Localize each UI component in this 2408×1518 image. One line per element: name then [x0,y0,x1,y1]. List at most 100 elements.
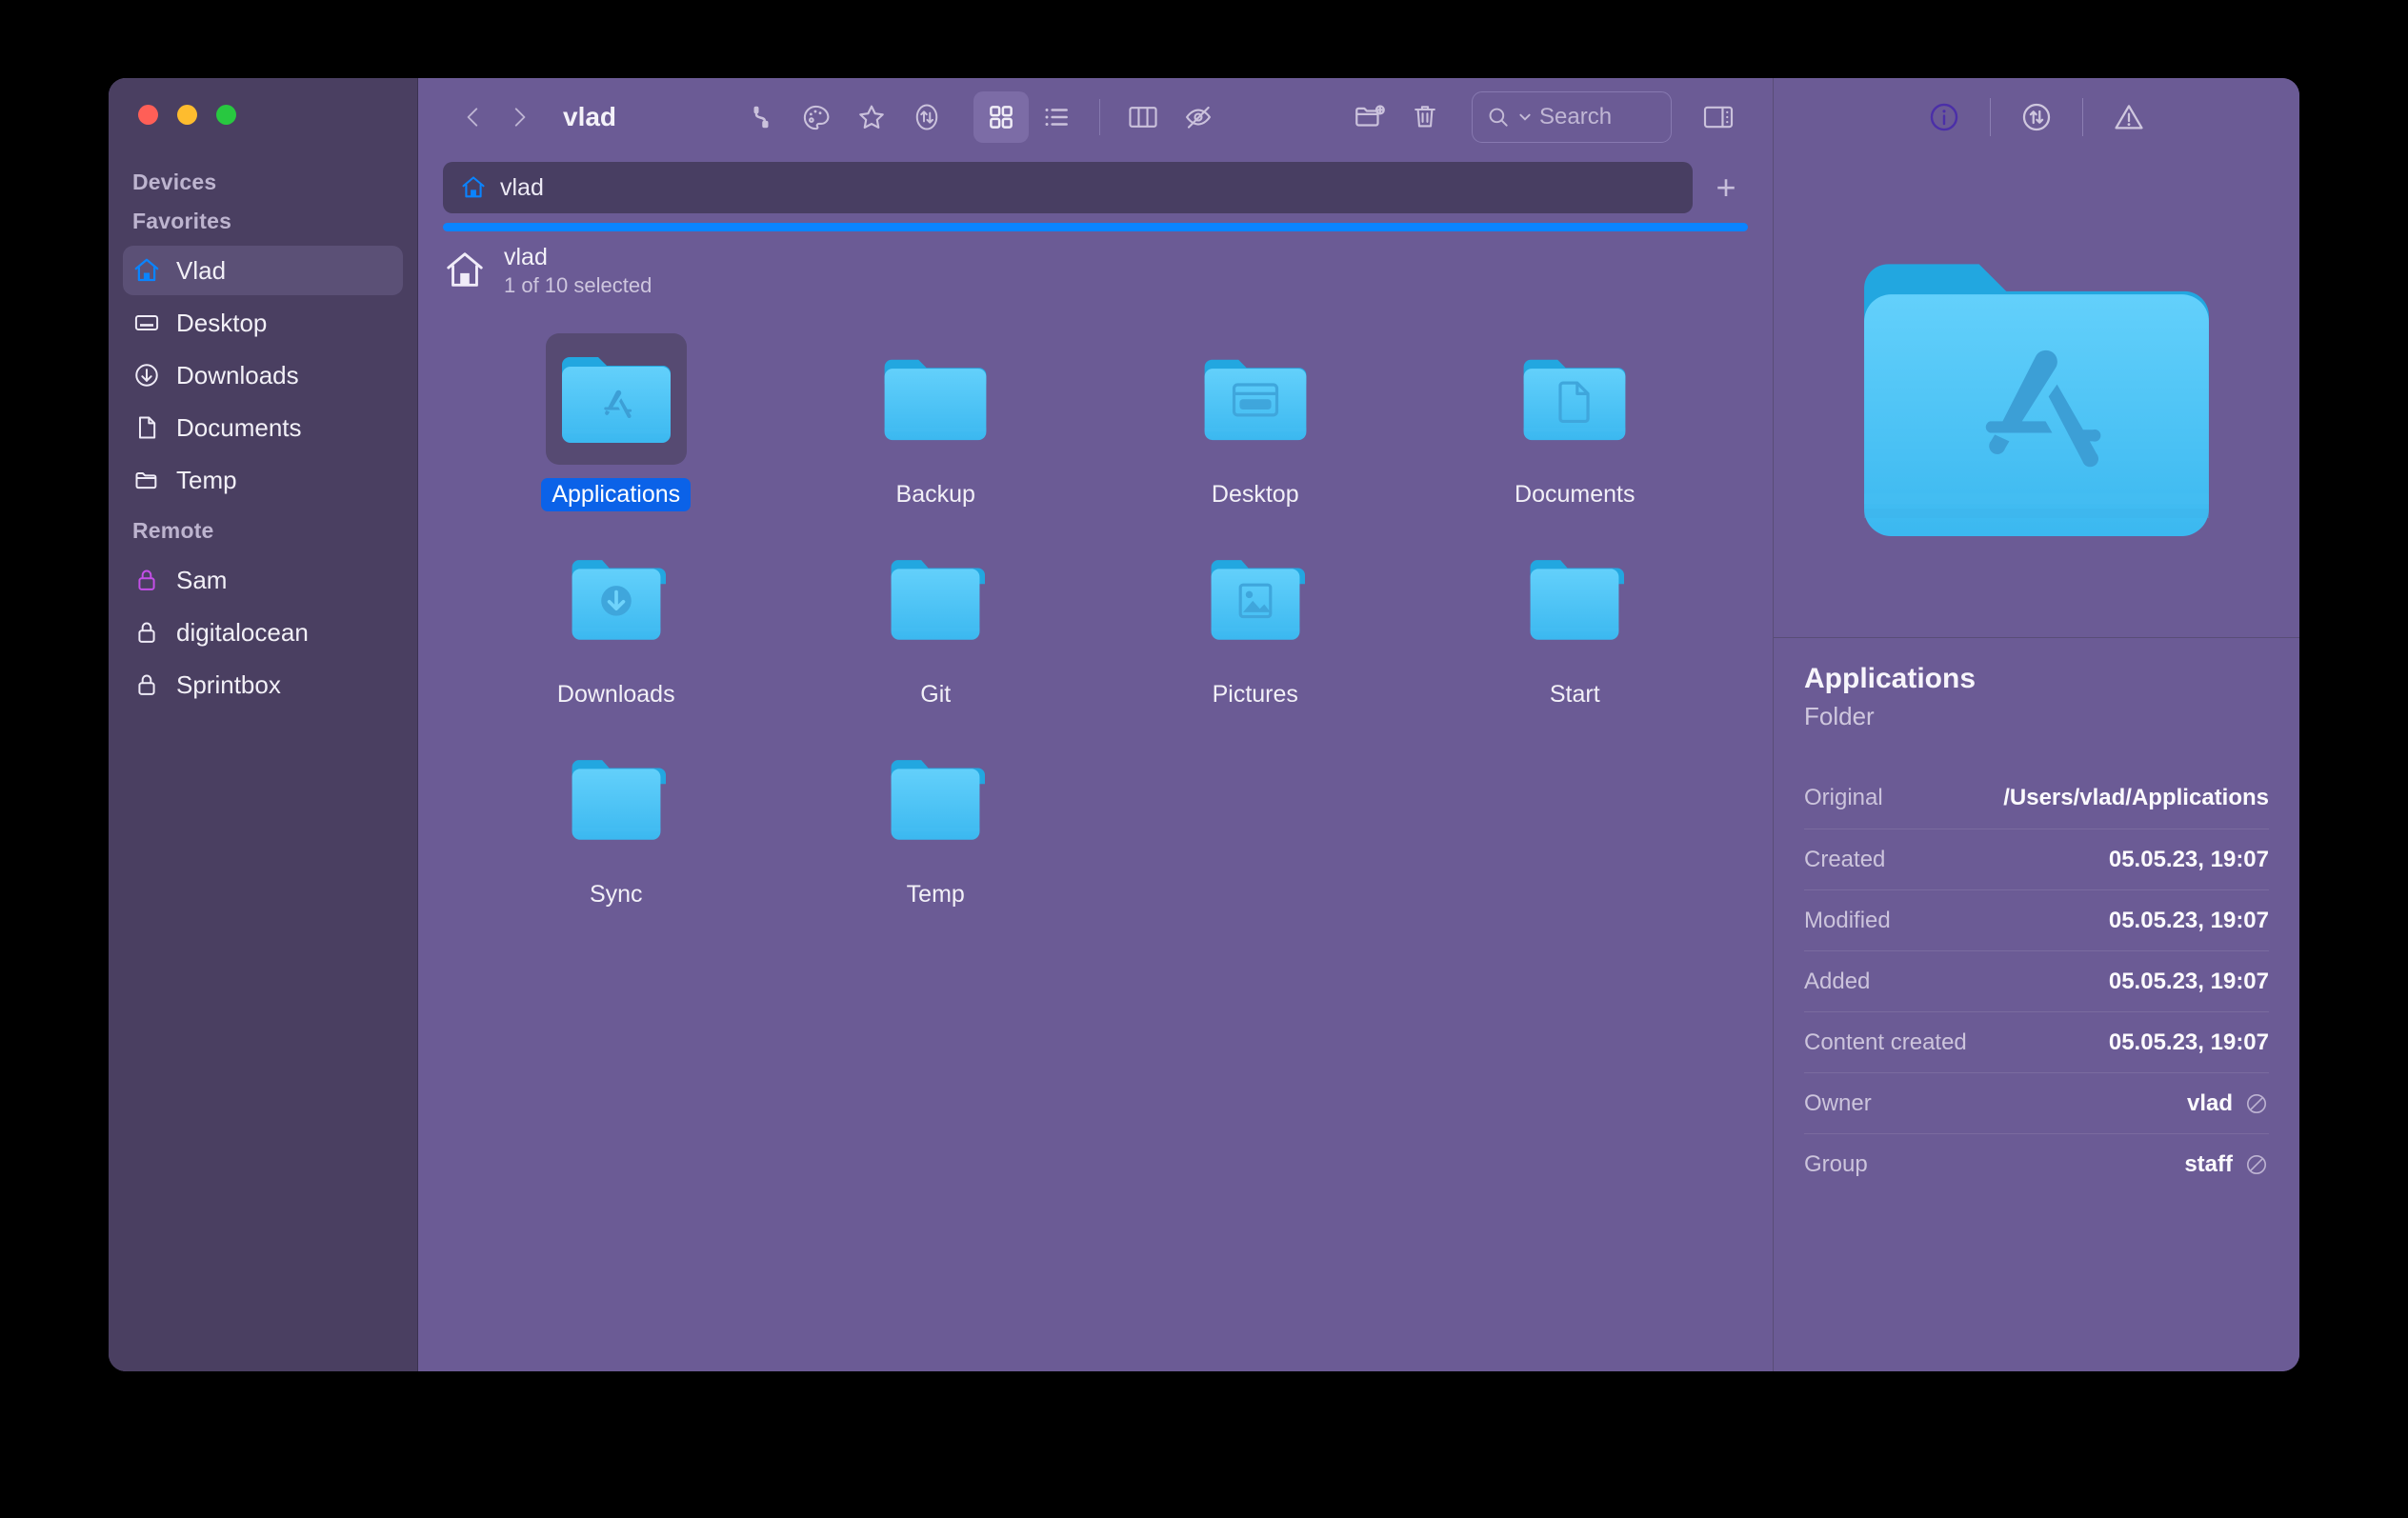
metadata-key: Owner [1804,1089,1872,1116]
tab-label: vlad [500,173,544,201]
lock-icon [132,618,161,647]
sidebar-item-label: Vlad [176,255,227,285]
palette-icon[interactable] [789,91,844,143]
eye-slash-icon[interactable] [1171,91,1226,143]
sidebar-item-documents[interactable]: Documents [123,403,403,452]
new-folder-icon[interactable] [1342,91,1397,143]
home-icon [462,176,485,198]
file-item-backup[interactable]: Backup [826,328,1045,528]
file-grid: Applications Backup Desktop Documents Do… [418,307,1773,1371]
metadata-rows: Original /Users/vlad/Applications Create… [1804,768,2269,1194]
sidebar-item-label: Sprintbox [176,669,281,699]
folder-icon-sync [546,733,687,865]
sidebar-item-desktop[interactable]: Desktop [123,298,403,348]
not-editable-icon [2246,1093,2267,1113]
file-item-pictures[interactable]: Pictures [1146,528,1365,728]
sort-icon[interactable] [899,91,954,143]
file-label: Temp [906,881,965,908]
folder-icon [891,760,986,840]
main-area: vlad Search vlad + vlad 1 of 10 selected… [418,78,1773,1371]
tab-vlad[interactable]: vlad [443,162,1693,213]
search-input[interactable]: Search [1472,91,1672,143]
traffic-lights [138,105,236,125]
folder-icon-temp [865,733,1006,865]
file-item-documents[interactable]: Documents [1465,328,1684,528]
sidebar-item-label: Temp [176,465,237,494]
pictures-folder-icon [1211,560,1305,640]
metadata-key: Modified [1804,907,1891,933]
not-editable-icon [2246,1154,2267,1174]
sidebar-item-digitalocean[interactable]: digitalocean [123,608,403,657]
metadata-row: Added 05.05.23, 19:07 [1804,950,2269,1011]
sidebar-item-label: digitalocean [176,617,309,647]
sidebar-item-sprintbox[interactable]: Sprintbox [123,660,403,709]
folder-icon-desktop [1185,333,1326,465]
file-item-desktop[interactable]: Desktop [1146,328,1365,528]
star-icon[interactable] [844,91,899,143]
trash-icon[interactable] [1397,91,1453,143]
inspector-panel: Applications Folder Original /Users/vlad… [1773,78,2299,1371]
folder-icon [572,760,666,840]
file-item-git[interactable]: Git [826,528,1045,728]
forward-button[interactable] [496,94,542,140]
applications-folder-icon [561,357,671,443]
warnings-icon[interactable] [2100,90,2157,144]
minimize-button[interactable] [177,105,197,125]
file-label: Documents [1515,481,1635,508]
metadata-value: staff [2184,1150,2233,1177]
home-icon [447,252,483,287]
connection-icon[interactable] [733,91,789,143]
metadata-value: 05.05.23, 19:07 [2108,968,2269,994]
metadata-row: Owner vlad [1804,1072,2269,1133]
transfers-icon[interactable] [2008,90,2065,144]
sidebar-item-sam[interactable]: Sam [123,555,403,605]
list-view-button[interactable] [1029,91,1084,143]
file-label: Pictures [1212,681,1298,708]
add-tab-button[interactable]: + [1700,162,1752,213]
item-kind: Folder [1804,702,1875,730]
inspector-tabs [1774,78,2299,156]
file-item-temp[interactable]: Temp [826,728,1045,928]
folder-icon-documents [1504,333,1645,465]
home-icon [132,256,161,285]
tab-strip: vlad + [418,156,1773,219]
sidebar-section-favorites: Favorites [132,209,232,233]
zoom-button[interactable] [216,105,236,125]
file-label: Start [1549,681,1600,708]
metadata-row: Original /Users/vlad/Applications [1804,768,2269,829]
file-item-downloads[interactable]: Downloads [507,528,726,728]
back-button[interactable] [451,94,496,140]
chevron-down-icon [1519,113,1531,121]
grid-view-button[interactable] [973,91,1029,143]
metadata-key: Group [1804,1150,1868,1177]
folder-icon [132,466,161,494]
file-item-applications[interactable]: Applications [507,328,726,528]
column-view-button[interactable] [1115,91,1171,143]
desktop-icon [132,309,161,337]
document-icon [132,413,161,442]
file-item-sync[interactable]: Sync [507,728,726,928]
location-header: vlad 1 of 10 selected [418,234,1773,307]
file-item-start[interactable]: Start [1465,528,1684,728]
sidebar-item-vlad[interactable]: Vlad [123,246,403,295]
location-title: vlad [504,243,548,270]
metadata-row: Content created 05.05.23, 19:07 [1804,1011,2269,1072]
folder-icon-downloads [546,533,687,665]
item-title: Applications [1804,663,1977,694]
folder-icon [884,359,987,441]
inspector-toggle-icon[interactable] [1691,91,1746,143]
file-label: Downloads [556,681,675,708]
info-icon[interactable] [1916,90,1973,144]
breadcrumb[interactable]: vlad [563,102,616,132]
sidebar-item-downloads[interactable]: Downloads [123,350,403,400]
sidebar-section-remote: Remote [132,518,214,543]
metadata-value: 05.05.23, 19:07 [2108,1029,2269,1055]
folder-icon [891,560,986,640]
selection-status: 1 of 10 selected [504,272,652,297]
preview-area [1774,156,2299,638]
sidebar-item-temp[interactable]: Temp [123,455,403,505]
close-button[interactable] [138,105,158,125]
search-icon [1489,108,1508,127]
folder-icon-applications [545,333,687,465]
progress-bar [443,222,1748,231]
